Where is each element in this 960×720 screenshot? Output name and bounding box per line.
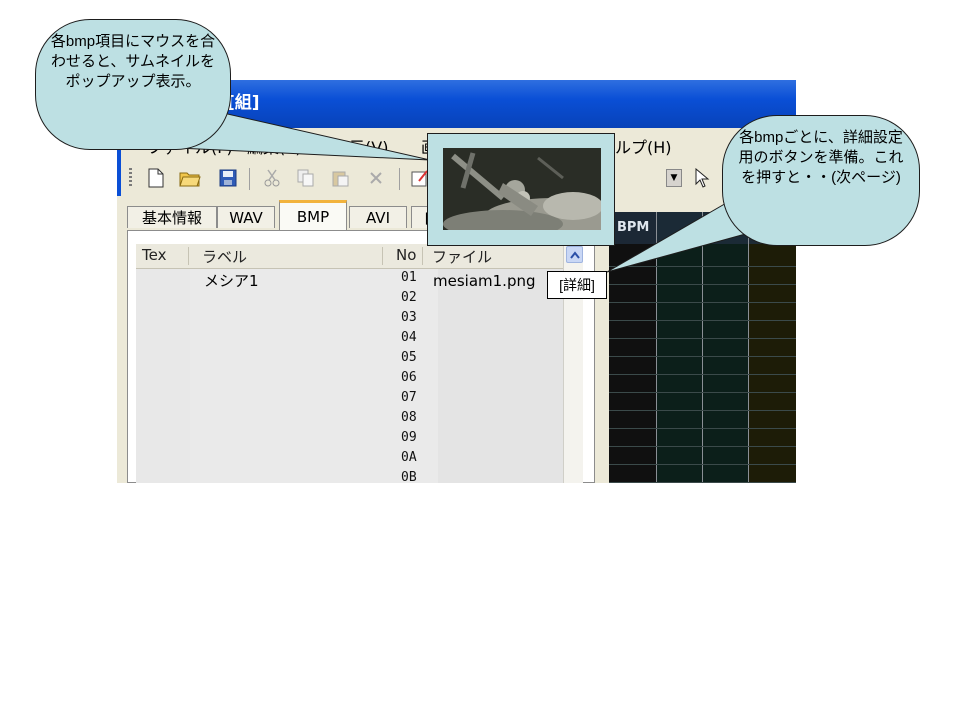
tab-bmp[interactable]: BMP xyxy=(279,200,347,230)
thumbnail-popup xyxy=(427,133,615,246)
sequence-lane[interactable] xyxy=(609,212,656,483)
sequence-lane[interactable] xyxy=(656,212,702,483)
detail-callout: 各bmpごとに、詳細設定用のボタンを準備。これを押すと・・(次ページ) xyxy=(722,115,920,246)
save-icon[interactable] xyxy=(217,167,239,189)
cut-icon[interactable] xyxy=(261,167,283,189)
row-number[interactable]: 01 xyxy=(401,270,417,285)
combo-dropdown-arrow[interactable]: ▼ xyxy=(666,169,682,187)
beat-line xyxy=(609,338,796,339)
beat-line xyxy=(609,482,796,483)
row-number[interactable]: 08 xyxy=(401,410,417,425)
menu-view[interactable]: 表示(V) xyxy=(333,134,388,158)
beat-line xyxy=(609,320,796,321)
scroll-up-icon[interactable] xyxy=(566,246,583,263)
beat-line xyxy=(609,266,796,267)
grid-header: Tex ラベル No ファイル xyxy=(136,244,563,269)
sequence-grid-pane: BPM BPM xyxy=(609,212,796,483)
row-number[interactable]: 02 xyxy=(401,290,417,305)
beat-line xyxy=(609,428,796,429)
row-number[interactable]: 07 xyxy=(401,390,417,405)
sequence-lane[interactable] xyxy=(748,212,796,483)
row-number[interactable]: 03 xyxy=(401,310,417,325)
beat-line xyxy=(609,446,796,447)
header-divider[interactable] xyxy=(422,247,423,265)
pane-splitter[interactable] xyxy=(601,212,609,483)
tex-column xyxy=(136,268,190,483)
detail-button[interactable]: [詳細] xyxy=(547,271,607,299)
window-title: [組] xyxy=(227,93,260,113)
bpm-column-label: BPM xyxy=(617,220,650,235)
thumbnail-image xyxy=(443,148,601,230)
menu-edit[interactable]: 編集(E) xyxy=(247,134,302,158)
beat-line xyxy=(609,392,796,393)
row-number[interactable]: 0A xyxy=(401,450,417,465)
toolbar-grip[interactable] xyxy=(129,168,132,188)
beat-line xyxy=(609,464,796,465)
beat-line xyxy=(609,356,796,357)
beat-line xyxy=(609,374,796,375)
sequence-lane[interactable] xyxy=(702,212,748,483)
row-number[interactable]: 04 xyxy=(401,330,417,345)
row-number[interactable]: 05 xyxy=(401,350,417,365)
header-tex[interactable]: Tex xyxy=(142,246,166,264)
header-no[interactable]: No xyxy=(396,246,416,264)
copy-icon[interactable] xyxy=(295,167,317,189)
header-divider[interactable] xyxy=(382,247,383,265)
beat-line xyxy=(609,302,796,303)
row-label[interactable]: メシア1 xyxy=(204,270,259,291)
file-column xyxy=(438,268,563,483)
lane-divider xyxy=(656,212,657,483)
toolbar-separator xyxy=(399,168,400,190)
lane-divider xyxy=(748,212,749,483)
row-number[interactable]: 0B xyxy=(401,470,417,483)
paste-icon[interactable] xyxy=(329,167,351,189)
tab-avi[interactable]: AVI xyxy=(349,206,407,228)
thumbnail-callout-text: 各bmp項目にマウスを合わせると、サムネイルをポップアップ表示。 xyxy=(50,33,216,90)
header-label[interactable]: ラベル xyxy=(202,246,247,267)
menu-help[interactable]: ルプ(H) xyxy=(615,134,672,158)
beat-line xyxy=(609,284,796,285)
tab-wav[interactable]: WAV xyxy=(217,206,275,228)
row-number[interactable]: 09 xyxy=(401,430,417,445)
detail-callout-text: 各bmpごとに、詳細設定用のボタンを準備。これを押すと・・(次ページ) xyxy=(738,129,904,186)
bmp-list-panel: Tex ラベル No ファイル 01 メシア1 mesiam1.png 02 03 04 0… xyxy=(127,230,595,483)
lane-divider xyxy=(702,212,703,483)
beat-line xyxy=(609,410,796,411)
delete-icon[interactable] xyxy=(365,167,387,189)
toolbar-separator xyxy=(249,168,250,190)
row-file[interactable]: mesiam1.png xyxy=(433,272,536,290)
pointer-tool-icon[interactable] xyxy=(691,167,713,189)
header-file[interactable]: ファイル xyxy=(432,246,492,267)
new-file-icon[interactable] xyxy=(145,167,167,189)
thumbnail-callout: 各bmp項目にマウスを合わせると、サムネイルをポップアップ表示。 xyxy=(35,19,231,150)
open-folder-icon[interactable] xyxy=(179,167,201,189)
row-number[interactable]: 06 xyxy=(401,370,417,385)
tab-basic-info[interactable]: 基本情報 xyxy=(127,206,217,228)
header-divider[interactable] xyxy=(188,247,189,265)
